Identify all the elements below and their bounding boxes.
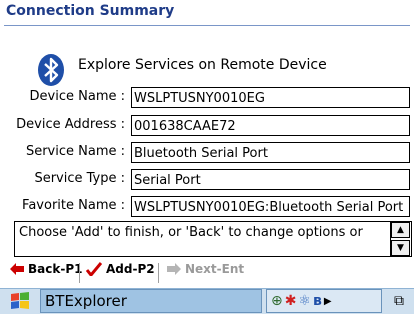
device-name-field[interactable]: WSLPTUSNY0010EG: [131, 87, 410, 108]
taskbar-app-name[interactable]: BTExplorer: [40, 289, 262, 313]
service-type-label: Service Type :: [34, 171, 125, 186]
status-text: Choose 'Add' to finish, or 'Back' to cha…: [19, 225, 363, 240]
scroll-down-button[interactable]: ▼: [391, 240, 410, 256]
keyboard-icon[interactable]: ⧉: [386, 289, 412, 313]
back-button[interactable]: Back-P1: [10, 262, 82, 276]
windows-flag-icon: [11, 292, 29, 309]
tray-more-icon[interactable]: ▶: [324, 296, 332, 307]
checkmark-icon: [86, 262, 102, 276]
explore-heading: Explore Services on Remote Device: [78, 57, 327, 73]
alert-icon[interactable]: ✱: [285, 293, 297, 309]
scroll-up-button[interactable]: ▲: [391, 222, 410, 238]
next-button[interactable]: Next-Ent: [167, 262, 244, 276]
favorite-name-label: Favorite Name :: [22, 198, 125, 213]
add-button[interactable]: Add-P2: [86, 262, 155, 276]
toolbar-separator: [79, 263, 80, 283]
window-title: Connection Summary: [6, 3, 175, 19]
bluetooth-icon: [38, 54, 64, 86]
status-message: Choose 'Add' to finish, or 'Back' to cha…: [14, 221, 412, 257]
back-label: Back-P1: [28, 262, 83, 276]
sync-icon[interactable]: ⚛: [298, 293, 311, 309]
service-name-field[interactable]: Bluetooth Serial Port: [131, 142, 410, 163]
service-type-field[interactable]: Serial Port: [131, 169, 410, 190]
device-address-field[interactable]: 001638CAAE72: [131, 115, 410, 136]
device-name-label: Device Name :: [29, 89, 125, 104]
service-name-label: Service Name :: [25, 144, 125, 159]
network-icon[interactable]: ⊕: [271, 293, 283, 309]
start-button[interactable]: [3, 289, 37, 313]
add-label: Add-P2: [106, 262, 155, 276]
favorite-name-field[interactable]: WSLPTUSNY0010EG:Bluetooth Serial Port: [131, 196, 410, 217]
bluetooth-tray-icon[interactable]: ʙ: [313, 293, 322, 309]
next-label: Next-Ent: [185, 262, 245, 276]
status-scrollbar[interactable]: ▲ ▼: [390, 222, 411, 256]
back-arrow-icon: [10, 263, 24, 275]
system-tray[interactable]: ⊕ ✱ ⚛ ʙ ▶: [266, 289, 382, 313]
next-arrow-icon: [167, 263, 181, 275]
title-divider: [4, 25, 410, 26]
toolbar-separator: [158, 263, 159, 283]
device-address-label: Device Address :: [16, 117, 125, 132]
